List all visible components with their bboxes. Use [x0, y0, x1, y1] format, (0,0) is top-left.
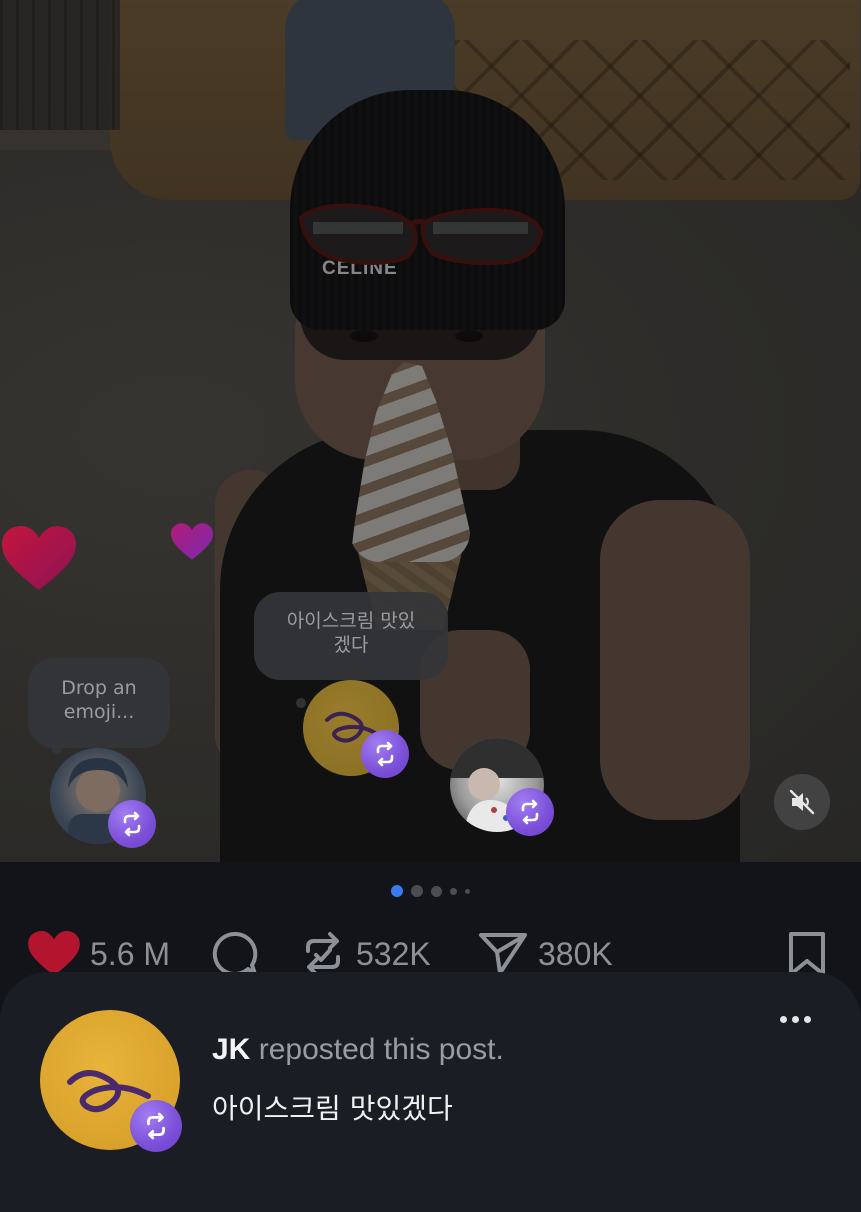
bubble-tail [52, 744, 62, 754]
pagination-dot[interactable] [450, 887, 457, 895]
repost-badge-left [108, 800, 156, 848]
send-icon [479, 933, 527, 975]
emoji-bubble-line1: Drop an [61, 677, 137, 699]
note-bubble-line2: 겠다 [333, 634, 369, 656]
more-dot [780, 1016, 787, 1023]
repost-caption: 아이스크림 맛있겠다 [212, 1092, 453, 1125]
more-dot [792, 1016, 799, 1023]
repost-icon [147, 1112, 165, 1140]
repost-icon [306, 932, 340, 976]
bookmark-icon [789, 932, 825, 976]
carousel-pagination [0, 885, 861, 897]
repost-icon [521, 799, 539, 825]
share-count: 380K [538, 935, 613, 972]
post-media[interactable]: CELINE Drop an emoji... 아이스크림 맛있 겠다 [0, 0, 861, 862]
floating-heart-icon [2, 526, 76, 590]
repost-headline: JK reposted this post. [212, 1033, 504, 1067]
repost-icon [123, 811, 141, 837]
heart-icon [28, 931, 80, 976]
pagination-dot[interactable] [411, 885, 423, 897]
emoji-bubble[interactable]: Drop an emoji... [28, 658, 170, 748]
repost-icon [376, 741, 394, 767]
pagination-dot-active[interactable] [391, 885, 403, 897]
floating-heart-small-icon [171, 523, 213, 560]
more-dot [804, 1016, 811, 1023]
speaker-muted-icon [789, 789, 815, 815]
pagination-dot[interactable] [465, 888, 470, 894]
note-bubble-line1: 아이스크림 맛있 [286, 610, 416, 632]
note-bubble[interactable]: 아이스크림 맛있 겠다 [254, 592, 448, 680]
more-options-button[interactable] [780, 1016, 811, 1023]
repost-badge [130, 1100, 182, 1152]
bubble-tail [296, 698, 306, 708]
emoji-bubble-line2: emoji... [63, 701, 135, 723]
pagination-dot[interactable] [431, 885, 442, 897]
repost-badge-right [506, 788, 554, 836]
repost-count: 532K [356, 935, 431, 972]
repost-badge-center [361, 730, 409, 778]
repost-action-text: reposted this post. [258, 1033, 504, 1066]
like-count: 5.6 M [90, 935, 171, 972]
mute-button[interactable] [774, 774, 830, 830]
reposter-name[interactable]: JK [212, 1033, 250, 1066]
